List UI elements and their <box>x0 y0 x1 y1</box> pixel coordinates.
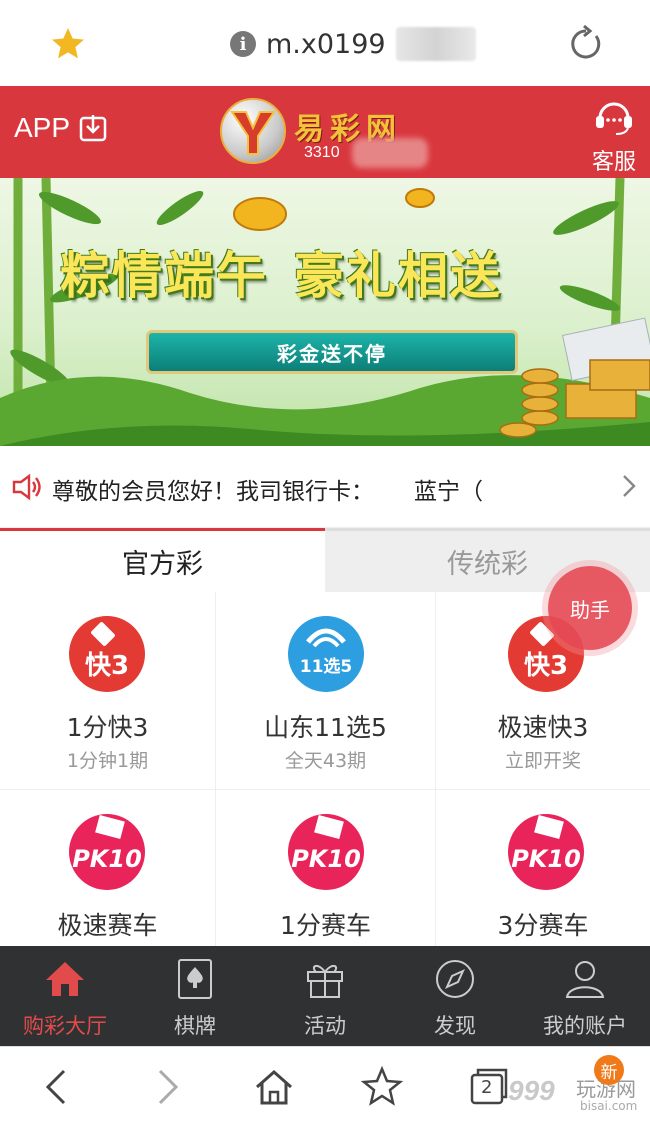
address-bar[interactable]: i m.x0199 <box>230 24 476 64</box>
favorites-star-icon[interactable] <box>360 1065 404 1109</box>
banner-title-left: 粽情端午 <box>60 246 268 305</box>
nav-item-activity[interactable]: 活动 <box>260 946 390 1046</box>
compass-icon <box>436 960 474 998</box>
customer-service-button[interactable]: 客服 <box>586 94 642 175</box>
svg-text:快3: 快3 <box>524 651 568 681</box>
pk10-icon: PK10 <box>508 814 584 890</box>
nav-label: 发现 <box>434 1014 476 1038</box>
game-grid: 快3 1分快3 1分钟1期 11选5 山东11选5 全天43期 快3 极速快3 … <box>0 592 650 948</box>
site-logo[interactable]: 易彩网 3310 <box>220 98 440 170</box>
game-name: 山东11选5 <box>264 713 387 742</box>
app-label: APP <box>14 112 71 143</box>
svg-text:快3: 快3 <box>85 651 129 681</box>
game-name: 1分赛车 <box>280 911 371 940</box>
svg-text:PK10: PK10 <box>291 845 361 873</box>
watermark-domain: bisai.com <box>580 1099 638 1113</box>
svg-text:PK10: PK10 <box>511 845 581 873</box>
star-icon[interactable] <box>48 24 88 64</box>
site-header: APP 易彩网 3310 客服 <box>0 86 650 178</box>
lottery-tabs: 官方彩 传统彩 <box>0 528 650 592</box>
nav-item-discover[interactable]: 发现 <box>390 946 520 1046</box>
k3-icon: 快3 <box>69 616 145 692</box>
nav-item-my-account[interactable]: 我的账户 <box>520 946 650 1046</box>
nav-label: 我的账户 <box>543 1014 627 1038</box>
page: i m.x0199 APP 易彩网 3310 客服 粽情端午 豪礼相送 彩金送不… <box>0 0 650 1122</box>
game-name: 1分快3 <box>66 713 149 742</box>
headset-icon <box>596 102 632 135</box>
game-name: 3分赛车 <box>497 911 589 940</box>
logo-subtext: 3310 <box>304 144 340 161</box>
url-blurred-part <box>395 27 476 61</box>
svg-text:11选5: 11选5 <box>300 657 353 677</box>
app-download-link[interactable]: APP <box>14 112 108 144</box>
watermark-999: 999 <box>508 1075 555 1106</box>
bottom-nav: 购彩大厅 棋牌 活动 发现 我的账户 <box>0 946 650 1046</box>
reload-icon[interactable] <box>566 24 606 64</box>
speaker-icon <box>12 473 41 501</box>
url-text[interactable]: m.x0199 <box>266 29 386 60</box>
user-icon <box>565 961 605 998</box>
svg-text:PK10: PK10 <box>72 845 142 873</box>
back-arrow-icon[interactable] <box>36 1065 80 1109</box>
banner-title-right: 豪礼相送 <box>294 246 502 305</box>
nav-label: 购彩大厅 <box>23 1014 107 1038</box>
banner-ribbon: 彩金送不停 <box>146 330 518 374</box>
browser-bottom-toolbar: 2 999 玩游网 bisai.com 新 <box>0 1046 650 1122</box>
pk10-icon: PK10 <box>69 814 145 890</box>
nav-item-cards[interactable]: 棋牌 <box>130 946 260 1046</box>
tab-count: 2 <box>481 1077 493 1098</box>
game-name: 极速快3 <box>497 713 589 742</box>
download-icon <box>79 115 107 142</box>
game-subtitle: 立即开奖 <box>504 750 581 772</box>
home-icon <box>46 962 84 996</box>
browser-top-bar: i m.x0199 <box>0 0 650 86</box>
nav-label: 棋牌 <box>174 1014 216 1038</box>
game-card-1min-racing[interactable]: PK10 1分赛车 <box>216 790 436 948</box>
game-subtitle: 1分钟1期 <box>66 750 149 772</box>
notice-tail: 蓝宁（ <box>414 479 483 505</box>
banner-title: 粽情端午 豪礼相送 <box>60 236 620 308</box>
game-name: 极速赛车 <box>57 911 158 940</box>
new-badge: 新 <box>594 1055 624 1085</box>
banner-artwork <box>0 178 650 446</box>
notice-bar[interactable]: 尊敬的会员您好！我司银行卡： 蓝宁（ <box>0 446 650 528</box>
cards-icon <box>178 959 212 999</box>
notice-text: 尊敬的会员您好！我司银行卡： 蓝宁（ <box>52 472 483 506</box>
logo-mark <box>220 98 286 164</box>
nav-label: 活动 <box>304 1014 346 1038</box>
game-card-1min-k3[interactable]: 快3 1分快3 1分钟1期 <box>0 592 216 790</box>
forward-arrow-icon[interactable] <box>144 1065 188 1109</box>
game-card-shandong-11x5[interactable]: 11选5 山东11选5 全天43期 <box>216 592 436 790</box>
logo-blurred-part <box>352 138 428 168</box>
promo-banner[interactable]: 粽情端午 豪礼相送 彩金送不停 <box>0 178 650 446</box>
notice-main: 尊敬的会员您好！我司银行卡： <box>52 479 374 505</box>
game-card-express-racing[interactable]: PK10 极速赛车 <box>0 790 216 948</box>
nav-item-lottery-hall[interactable]: 购彩大厅 <box>0 946 130 1046</box>
helper-float-button[interactable]: 助手 <box>548 566 632 650</box>
customer-service-label: 客服 <box>591 150 636 175</box>
game-card-3min-racing[interactable]: PK10 3分赛车 <box>436 790 650 948</box>
gift-icon <box>307 965 343 998</box>
chevron-right-icon[interactable] <box>618 474 640 498</box>
info-icon[interactable]: i <box>230 31 256 57</box>
tabs-button[interactable]: 2 <box>466 1065 510 1109</box>
pk10-icon: PK10 <box>288 814 364 890</box>
home-icon[interactable] <box>252 1065 296 1109</box>
game-subtitle: 全天43期 <box>284 750 367 772</box>
11x5-icon: 11选5 <box>288 616 364 692</box>
tab-official-lottery[interactable]: 官方彩 <box>0 528 325 592</box>
